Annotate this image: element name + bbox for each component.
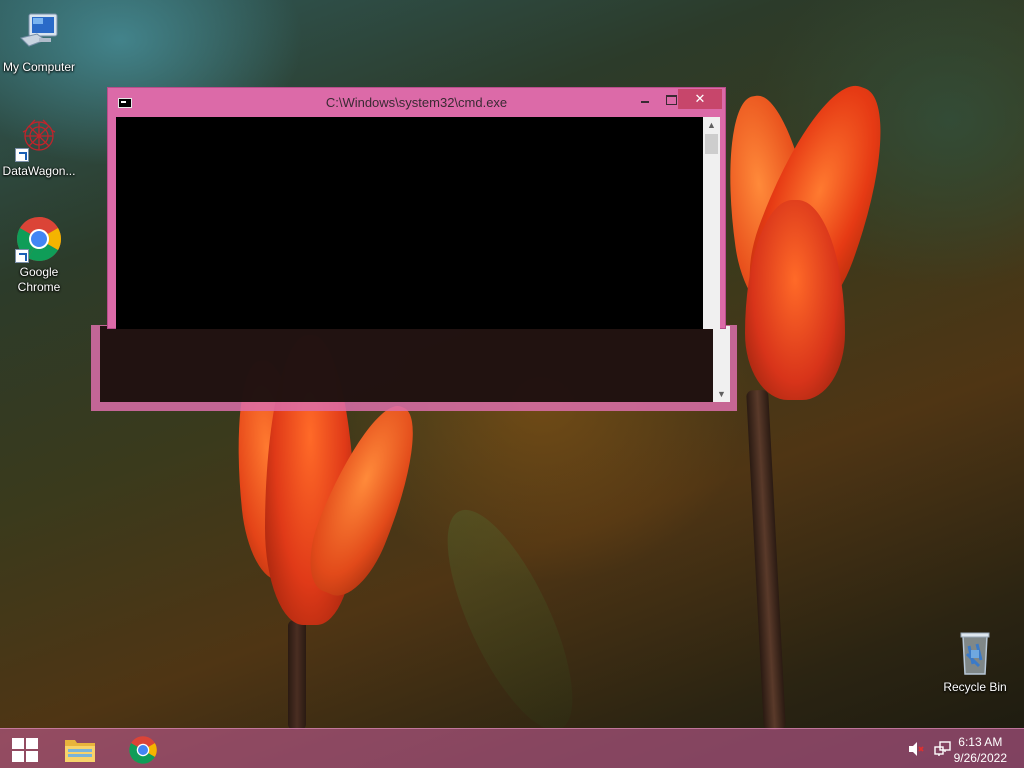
desktop-icon-datawagon[interactable]: DataWagon... bbox=[0, 114, 78, 179]
desktop-icon-label: Recycle Bin bbox=[943, 680, 1007, 694]
window-drag-preview: ▼ bbox=[91, 325, 737, 411]
network-icon[interactable] bbox=[934, 741, 952, 757]
scrollbar-thumb[interactable] bbox=[705, 134, 718, 154]
desktop-icon-recycle-bin[interactable]: Recycle Bin bbox=[936, 630, 1014, 695]
chrome-icon bbox=[128, 735, 158, 765]
minimize-button[interactable] bbox=[632, 89, 658, 109]
scroll-up-arrow-icon[interactable]: ▲ bbox=[703, 117, 720, 133]
shortcut-arrow-icon bbox=[15, 148, 29, 162]
clock[interactable]: 6:13 AM 9/26/2022 bbox=[954, 734, 1007, 766]
vertical-scrollbar-lower[interactable]: ▼ bbox=[713, 326, 730, 402]
minimize-icon bbox=[641, 101, 649, 103]
taskbar-google-chrome[interactable] bbox=[115, 731, 171, 767]
volume-muted-icon[interactable] bbox=[908, 741, 926, 757]
desktop-icon-label: DataWagon... bbox=[2, 164, 76, 178]
recycle-bin-icon bbox=[951, 630, 999, 678]
wallpaper-stem-left bbox=[288, 620, 306, 730]
desktop-icon-label: My Computer bbox=[2, 60, 76, 74]
close-button[interactable]: ✕ bbox=[678, 89, 722, 109]
console-preview-area bbox=[100, 326, 713, 402]
vertical-scrollbar[interactable]: ▲ bbox=[703, 117, 720, 329]
wallpaper-leaf bbox=[423, 494, 597, 746]
system-tray: 6:13 AM 9/26/2022 bbox=[884, 729, 1024, 768]
computer-icon bbox=[15, 10, 63, 58]
title-bar[interactable]: C:\Windows\system32\cmd.exe ✕ bbox=[108, 88, 725, 118]
maximize-icon bbox=[666, 95, 677, 105]
windows-logo-icon bbox=[12, 738, 38, 762]
clock-time: 6:13 AM bbox=[958, 735, 1003, 749]
desktop-background: My Computer DataWagon... Google Chrome R… bbox=[0, 0, 1024, 768]
start-button[interactable] bbox=[6, 734, 42, 764]
scroll-down-arrow-icon[interactable]: ▼ bbox=[713, 386, 730, 402]
datawagon-icon bbox=[15, 114, 63, 162]
console-output[interactable] bbox=[116, 117, 703, 329]
cmd-window: C:\Windows\system32\cmd.exe ✕ ▲ bbox=[107, 87, 726, 329]
close-icon: ✕ bbox=[694, 91, 706, 106]
desktop-icon-google-chrome[interactable]: Google Chrome bbox=[0, 215, 78, 295]
wallpaper-stem-right bbox=[746, 389, 786, 731]
chrome-icon bbox=[15, 215, 63, 263]
clock-date: 9/26/2022 bbox=[953, 751, 1007, 765]
taskbar: 6:13 AM 9/26/2022 bbox=[0, 728, 1024, 768]
desktop-icon-label: Google Chrome bbox=[17, 265, 61, 294]
desktop-icon-my-computer[interactable]: My Computer bbox=[0, 10, 78, 75]
folder-icon bbox=[64, 735, 96, 763]
shortcut-arrow-icon bbox=[15, 249, 29, 263]
taskbar-file-explorer[interactable] bbox=[52, 731, 108, 767]
